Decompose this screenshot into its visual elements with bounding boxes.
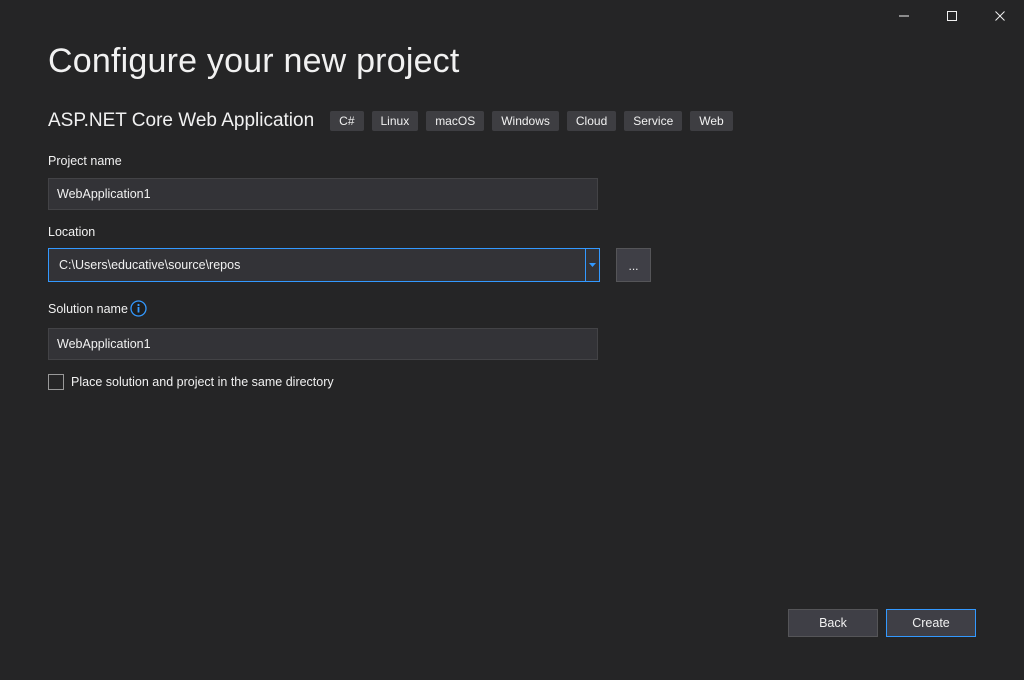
project-name-input[interactable] (48, 178, 598, 210)
same-directory-option[interactable]: Place solution and project in the same d… (48, 374, 334, 390)
tag-cloud: Cloud (566, 111, 617, 131)
configure-project-dialog: Configure your new project ASP.NET Core … (0, 0, 1024, 680)
maximize-button[interactable] (928, 0, 976, 32)
location-label: Location (48, 225, 96, 239)
minimize-button[interactable] (880, 0, 928, 32)
solution-name-label: Solution name (48, 302, 128, 316)
location-dropdown-button[interactable] (585, 249, 599, 281)
tag-service: Service (624, 111, 683, 131)
project-name-label: Project name (48, 154, 122, 168)
same-directory-checkbox[interactable] (48, 374, 64, 390)
tag-csharp: C# (330, 111, 364, 131)
template-name: ASP.NET Core Web Application (48, 110, 315, 131)
browse-location-button[interactable]: ... (616, 248, 651, 282)
tag-windows: Windows (492, 111, 559, 131)
tag-macos: macOS (426, 111, 485, 131)
same-directory-label: Place solution and project in the same d… (71, 375, 334, 389)
info-icon[interactable] (130, 300, 147, 317)
template-header: ASP.NET Core Web Application C# Linux ma… (48, 109, 741, 133)
location-input[interactable] (49, 249, 585, 281)
page-title: Configure your new project (48, 42, 460, 80)
back-button[interactable]: Back (788, 609, 878, 637)
caption-buttons (880, 0, 1024, 32)
location-combobox[interactable] (48, 248, 600, 282)
chevron-down-icon (589, 263, 596, 267)
create-button[interactable]: Create (886, 609, 976, 637)
close-button[interactable] (976, 0, 1024, 32)
solution-name-input[interactable] (48, 328, 598, 360)
maximize-icon (947, 11, 957, 21)
tag-linux: Linux (371, 111, 419, 131)
close-icon (995, 11, 1005, 21)
minimize-icon (899, 15, 909, 17)
tag-web: Web (690, 111, 733, 131)
